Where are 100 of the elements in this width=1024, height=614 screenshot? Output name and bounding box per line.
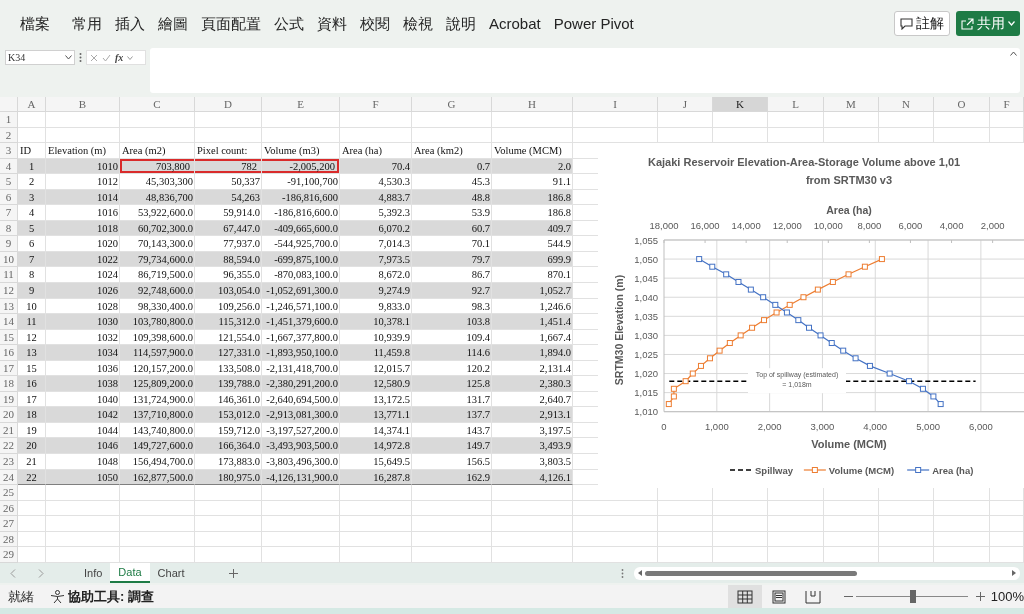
- ribbon-tab[interactable]: Power Pivot: [553, 16, 634, 31]
- column-header[interactable]: L: [768, 97, 824, 112]
- table-cell: 1,052.7: [492, 283, 573, 299]
- table-cell: 11,459.8: [340, 345, 412, 361]
- ribbon-tab[interactable]: 頁面配置: [201, 16, 261, 31]
- axis-tick-label: 0: [661, 421, 667, 432]
- table-cell: 4: [18, 205, 46, 221]
- name-box[interactable]: K34: [5, 50, 75, 65]
- insert-function-button[interactable]: fx: [115, 52, 124, 63]
- accessibility-status[interactable]: 協助工具: 調查: [68, 586, 154, 607]
- row-header[interactable]: 9: [0, 236, 18, 252]
- column-header[interactable]: D: [195, 97, 262, 112]
- ribbon-tab[interactable]: 公式: [274, 16, 304, 31]
- more-icon[interactable]: [621, 568, 624, 578]
- empty-cell: [824, 112, 879, 128]
- row-header[interactable]: 12: [0, 283, 18, 299]
- table-cell: 14,972.8: [340, 438, 412, 455]
- accessibility-icon[interactable]: [50, 589, 65, 604]
- ribbon-tab[interactable]: 檔案: [20, 16, 50, 31]
- table-cell: 114.6: [412, 345, 492, 361]
- axis-tick-label: 10,000: [813, 220, 843, 231]
- table-cell: -2,913,081,300.0: [262, 407, 340, 423]
- column-header[interactable]: I: [573, 97, 658, 112]
- column-header[interactable]: G: [412, 97, 492, 112]
- column-header[interactable]: B: [46, 97, 120, 112]
- page-break-icon: [804, 589, 821, 604]
- column-header[interactable]: F: [990, 97, 1024, 112]
- ribbon-tab[interactable]: 資料: [317, 16, 347, 31]
- ribbon-tab[interactable]: 繪圖: [158, 16, 188, 31]
- row-header[interactable]: 5: [0, 174, 18, 190]
- row-header[interactable]: 22: [0, 438, 18, 455]
- table-cell: 2,380.3: [492, 376, 573, 392]
- table-cell: 115,312.0: [195, 314, 262, 330]
- empty-cell: [934, 531, 990, 548]
- row-header[interactable]: 16: [0, 345, 18, 361]
- table-cell: -544,925,700.0: [262, 236, 340, 252]
- column-title: Elevation (m): [46, 143, 120, 159]
- table-cell: -870,083,100.0: [262, 267, 340, 283]
- scrollbar-thumb[interactable]: [645, 570, 857, 576]
- scroll-left-icon[interactable]: [638, 570, 642, 576]
- data-marker: [806, 324, 812, 331]
- row-header[interactable]: 14: [0, 314, 18, 330]
- ribbon-tab[interactable]: Acrobat: [489, 16, 541, 31]
- slider-thumb[interactable]: [909, 590, 916, 603]
- check-icon[interactable]: [102, 53, 111, 62]
- sheet-tab[interactable]: Data: [110, 563, 150, 583]
- empty-cell: [934, 500, 990, 517]
- column-header[interactable]: O: [934, 97, 990, 112]
- empty-cell: [340, 112, 412, 128]
- cancel-icon[interactable]: [90, 53, 98, 62]
- column-header[interactable]: N: [879, 97, 934, 112]
- table-cell: 9: [18, 283, 46, 299]
- column-header[interactable]: E: [262, 97, 340, 112]
- share-button[interactable]: 共用: [956, 11, 1020, 36]
- zoom-slider[interactable]: [855, 590, 968, 603]
- comments-button[interactable]: 註解: [894, 11, 950, 36]
- ribbon-tab[interactable]: 插入: [115, 16, 145, 31]
- row-header[interactable]: 7: [0, 205, 18, 221]
- row-header[interactable]: 20: [0, 407, 18, 423]
- ribbon-tab[interactable]: 常用: [72, 16, 102, 31]
- row-header[interactable]: 29: [0, 547, 18, 563]
- row-header[interactable]: 3: [0, 143, 18, 159]
- view-button[interactable]: [727, 585, 762, 608]
- column-header[interactable]: F: [340, 97, 412, 112]
- row-header[interactable]: 18: [0, 376, 18, 392]
- data-marker: [749, 324, 756, 331]
- empty-cell: [824, 531, 879, 548]
- column-header[interactable]: A: [18, 97, 46, 112]
- sheet-tab[interactable]: Chart: [149, 563, 193, 583]
- more-icon[interactable]: [79, 53, 82, 62]
- empty-cell: [824, 500, 879, 517]
- empty-cell: [195, 485, 262, 501]
- scroll-right-icon[interactable]: [1012, 570, 1016, 576]
- table-cell: 125.8: [412, 376, 492, 392]
- horizontal-scrollbar[interactable]: [634, 566, 1020, 580]
- column-header[interactable]: C: [120, 97, 195, 112]
- zoom-in-icon[interactable]: [975, 592, 985, 601]
- column-header[interactable]: H: [492, 97, 573, 112]
- sheet-tab[interactable]: Info: [76, 563, 111, 583]
- row-header[interactable]: 25: [0, 485, 18, 501]
- row-header[interactable]: 27: [0, 516, 18, 532]
- table-cell: 1020: [46, 236, 120, 252]
- column-header[interactable]: K: [713, 97, 768, 112]
- column-header[interactable]: J: [658, 97, 713, 112]
- collapse-icon[interactable]: [1010, 51, 1017, 56]
- row-header[interactable]: 1: [0, 112, 18, 128]
- table-cell: 45,303,300: [120, 174, 195, 190]
- column-header[interactable]: M: [824, 97, 879, 112]
- table-cell: 50,337: [195, 174, 262, 190]
- row-header[interactable]: 11: [0, 267, 18, 283]
- row-header[interactable]: 23: [0, 454, 18, 470]
- formula-input[interactable]: [150, 48, 1020, 93]
- plus-icon[interactable]: [228, 568, 238, 578]
- ribbon-tab[interactable]: 檢視: [403, 16, 433, 31]
- ribbon-tab[interactable]: 說明: [446, 16, 476, 31]
- data-marker: [706, 355, 713, 362]
- zoom-level[interactable]: 100%: [990, 586, 1024, 607]
- ribbon-tab[interactable]: 校閱: [360, 16, 390, 31]
- table-cell: 137,710,800.0: [120, 407, 195, 423]
- table-cell: 86,719,500.0: [120, 267, 195, 283]
